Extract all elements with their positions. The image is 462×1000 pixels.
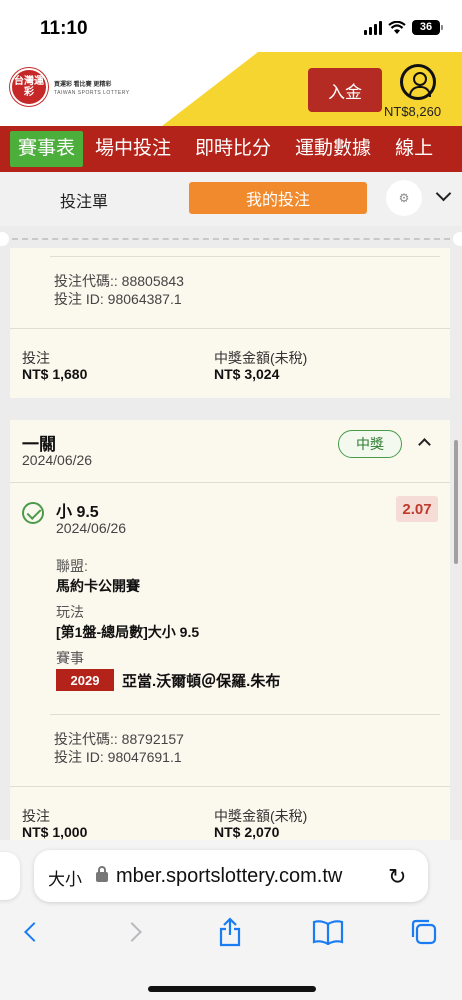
status-bar: 11:10 36 [0,0,462,52]
sports-lottery-logo[interactable]: 台灣運彩 買運彩 看比賽 更精彩 TAIWAN SPORTS LOTTERY [10,68,130,106]
logo-english-name: TAIWAN SPORTS LOTTERY [54,89,130,96]
bet-card: 投注代碼:: 88805843 投注 ID: 98064387.1 投注 NT$… [10,248,450,398]
nav-item-live-scores[interactable]: 即時比分 [183,131,283,167]
expand-button[interactable] [432,185,454,208]
league-label: 聯盟: [56,558,88,574]
payout-label: 中獎金額(未稅) [214,808,308,824]
check-circle-icon [22,502,44,524]
bet-id: 投注 ID: 98047691.1 [54,749,182,765]
ticket-separator [0,232,462,246]
account-balance: NT$8,260 [384,104,442,119]
market-label: 玩法 [56,604,84,620]
stake-label: 投注 [22,350,50,366]
tab-bet-slip[interactable]: 投注單 [60,188,108,212]
tabs-icon [411,919,437,945]
nav-item-schedule[interactable]: 賽事表 [10,131,84,167]
logo-text: 買運彩 看比賽 更精彩 TAIWAN SPORTS LOTTERY [54,79,130,96]
url-text[interactable]: mber.sportslottery.com.tw [116,865,342,888]
chevron-up-icon [417,438,431,451]
nav-item-sports-data[interactable]: 運動數據 [283,131,383,167]
scrollbar[interactable] [454,440,458,564]
status-icons: 36 [364,20,443,35]
nav-item-online[interactable]: 線上 [383,131,445,167]
user-account-icon[interactable] [400,64,436,100]
my-bets-list[interactable]: 投注代碼:: 88805843 投注 ID: 98064387.1 投注 NT$… [0,226,462,840]
chevron-down-icon [435,185,451,202]
back-button[interactable] [14,912,54,952]
nav-item-live-betting[interactable]: 場中投注 [83,131,183,167]
gear-icon: ⚙ [398,191,410,205]
payout-label: 中獎金額(未稅) [214,350,308,366]
wifi-icon [388,20,406,34]
text-size-button[interactable]: 大小 [48,865,82,890]
event-number-badge: 2029 [56,669,114,691]
deposit-button[interactable]: 入金 [308,68,382,112]
chevron-left-icon [24,922,44,942]
selection-date: 2024/06/26 [56,520,127,536]
share-icon [219,917,241,947]
stake-label: 投注 [22,808,50,824]
book-icon [312,920,344,945]
selection-name: 小 9.5 [56,504,99,521]
status-time: 11:10 [40,18,88,39]
payout-value: NT$ 2,070 [214,824,280,840]
collapse-button[interactable] [414,434,434,454]
browser-bottom-bar: 大小 mber.sportslottery.com.tw ↻ [0,840,462,1000]
settings-button[interactable]: ⚙ [386,180,422,216]
chevron-right-icon [122,922,142,942]
bet-id: 投注 ID: 98064387.1 [54,291,182,307]
event-label: 賽事 [56,650,84,666]
stake-value: NT$ 1,000 [22,824,88,840]
bet-tabs-row: 投注單 我的投注 ⚙ [0,172,462,226]
payout-value: NT$ 3,024 [214,366,280,382]
logo-mark: 台灣運彩 [10,68,48,106]
previous-tab-preview[interactable] [0,852,20,900]
share-button[interactable] [210,912,250,952]
tab-my-bets[interactable]: 我的投注 [189,182,367,214]
odds-badge: 2.07 [396,496,438,522]
bet-code: 投注代碼:: 88792157 [54,731,184,747]
tabs-button[interactable] [404,912,444,952]
status-badge: 中獎 [338,430,402,458]
address-bar[interactable]: 大小 mber.sportslottery.com.tw ↻ [34,850,428,902]
league-value: 馬約卡公開賽 [56,578,140,594]
main-nav: 賽事表 場中投注 即時比分 運動數據 線上 [0,126,462,172]
bet-card: 一關 2024/06/26 中獎 小 9.5 2024/06/26 2.07 聯… [10,420,450,840]
reload-icon[interactable]: ↻ [388,864,406,890]
bookmarks-button[interactable] [308,912,348,952]
home-indicator [148,986,316,992]
market-value: [第1盤-總局數]大小 9.5 [56,624,200,640]
stake-value: NT$ 1,680 [22,366,88,382]
bet-code: 投注代碼:: 88805843 [54,273,184,289]
signal-icon [364,20,382,35]
app-header: 台灣運彩 買運彩 看比賽 更精彩 TAIWAN SPORTS LOTTERY 入… [0,52,462,126]
forward-button[interactable] [112,912,152,952]
logo-slogan: 買運彩 看比賽 更精彩 [54,81,112,88]
event-name: 亞當.沃爾頓＠保羅.朱布 [122,673,281,690]
bet-date: 2024/06/26 [22,452,93,468]
battery-icon: 36 [412,20,443,35]
lock-icon [96,866,108,882]
